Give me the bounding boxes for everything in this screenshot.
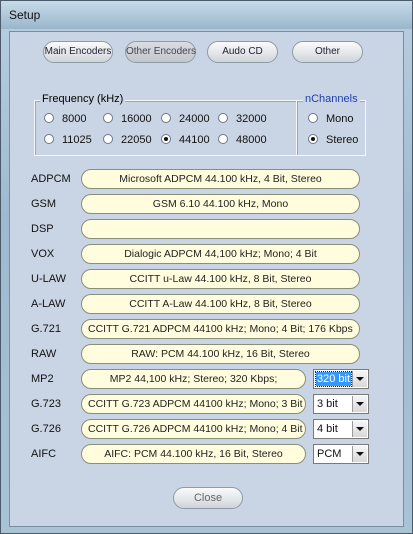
label-raw: RAW	[31, 348, 57, 360]
chevron-down-icon[interactable]	[352, 446, 367, 462]
aifc-format-select[interactable]: PCM	[313, 444, 369, 464]
field-vox[interactable]: Dialogic ADPCM 44,100 kHz; Mono; 4 Bit	[81, 244, 360, 264]
mp2-bitrate-select[interactable]: 320 bit	[313, 369, 369, 389]
label-g726: G.726	[31, 423, 61, 435]
label-aifc: AIFC	[31, 448, 57, 460]
field-g726[interactable]: CCITT G.726 ADPCM 44100 kHz; Mono; 4 Bit	[81, 419, 306, 439]
radio-circle-icon	[44, 113, 54, 123]
field-raw[interactable]: RAW: PCM 44.100 kHz, 16 Bit, Stereo	[81, 344, 360, 364]
g726-bits-select[interactable]: 4 bit	[313, 419, 369, 439]
label-g721: G.721	[31, 323, 61, 335]
label-adpcm: ADPCM	[31, 173, 71, 185]
radio-circle-icon	[218, 134, 228, 144]
field-dsp[interactable]	[81, 219, 360, 239]
label-mp2: MP2	[31, 373, 54, 385]
chevron-down-icon[interactable]	[352, 421, 367, 437]
g723-bits-value: 3 bit	[317, 398, 338, 410]
label-dsp: DSP	[31, 223, 54, 235]
label-ulaw: U-LAW	[31, 273, 67, 285]
nchannels-legend: nChannels	[303, 93, 360, 105]
tab-other[interactable]: Other	[292, 41, 363, 63]
mp2-bitrate-value: 320 bit	[314, 371, 353, 387]
setup-window: Setup Main Encoders Other Encoders Audo …	[0, 0, 413, 534]
g723-bits-select[interactable]: 3 bit	[313, 394, 369, 414]
field-g723[interactable]: CCITT G.723 ADPCM 44100 kHz; Mono; 3 Bit	[81, 394, 306, 414]
radio-checked-icon	[308, 134, 318, 144]
field-alaw[interactable]: CCITT A-Law 44.100 kHz, 8 Bit, Stereo	[81, 294, 360, 314]
tab-other-encoders[interactable]: Other Encoders	[125, 41, 196, 63]
aifc-format-value: PCM	[317, 448, 342, 460]
frequency-group	[34, 100, 298, 156]
label-alaw: A-LAW	[31, 298, 66, 310]
chevron-down-icon[interactable]	[352, 396, 367, 412]
window-title: Setup	[9, 8, 41, 22]
nchannels-group	[296, 100, 366, 156]
label-vox: VOX	[31, 248, 55, 260]
title-bar[interactable]: Setup	[1, 1, 412, 29]
g726-bits-value: 4 bit	[317, 423, 338, 435]
client-area: Main Encoders Other Encoders Audo CD Oth…	[9, 31, 404, 527]
field-aifc[interactable]: AIFC: PCM 44.100 kHz, 16 Bit, Stereo	[81, 444, 306, 464]
radio-circle-icon	[103, 134, 113, 144]
label-g723: G.723	[31, 398, 61, 410]
radio-circle-icon	[218, 113, 228, 123]
field-gsm[interactable]: GSM 6.10 44.100 kHz, Mono	[81, 194, 360, 214]
label-gsm: GSM	[31, 198, 57, 210]
field-adpcm[interactable]: Microsoft ADPCM 44.100 kHz, 4 Bit, Stere…	[81, 169, 360, 189]
frequency-legend: Frequency (kHz)	[40, 93, 126, 105]
field-ulaw[interactable]: CCITT u-Law 44.100 kHz, 8 Bit, Stereo	[81, 269, 360, 289]
radio-checked-icon	[161, 134, 171, 144]
radio-circle-icon	[308, 113, 318, 123]
field-mp2[interactable]: MP2 44,100 kHz; Stereo; 320 Kbps;	[81, 369, 306, 389]
radio-circle-icon	[103, 113, 113, 123]
chevron-down-icon[interactable]	[352, 371, 367, 387]
radio-circle-icon	[44, 134, 54, 144]
field-g721[interactable]: CCITT G.721 ADPCM 44100 kHz; Mono; 4 Bit…	[81, 319, 360, 339]
radio-circle-icon	[161, 113, 171, 123]
tab-main-encoders[interactable]: Main Encoders	[43, 41, 113, 63]
tab-audio-cd[interactable]: Audo CD	[207, 41, 278, 63]
close-button[interactable]: Close	[173, 487, 243, 509]
